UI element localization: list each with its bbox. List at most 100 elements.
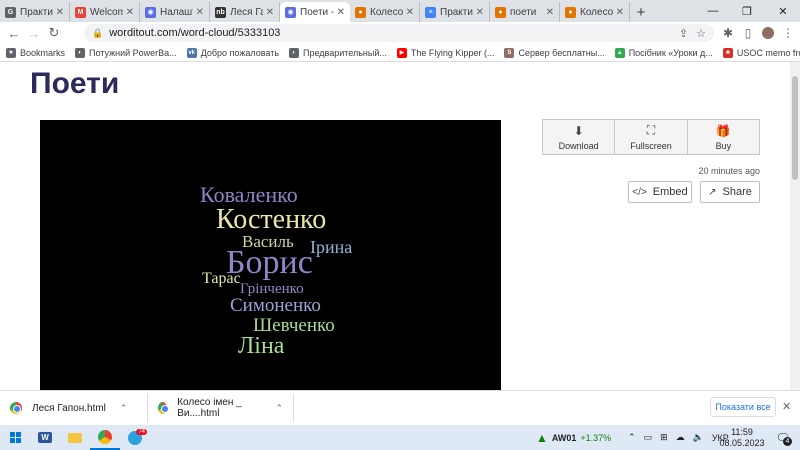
bookmark-item[interactable]: ■USOC memo from... [722, 47, 800, 58]
browser-tab[interactable]: ● Колесо ✕ [560, 2, 630, 22]
clock[interactable]: 11:59 08.05.2023 [719, 425, 765, 450]
tab-favicon-icon: ● [565, 6, 576, 18]
chart-icon: ▲ [536, 430, 548, 445]
maximize-button[interactable]: ❐ [730, 0, 764, 22]
stock-name[interactable]: AW01 [552, 433, 577, 443]
browser-tab[interactable]: M Welcome✕ [70, 2, 140, 22]
word-icon[interactable]: W [30, 425, 60, 450]
doc-icon: ■ [722, 47, 733, 58]
tab-title: Практич [440, 6, 473, 18]
telegram-icon[interactable]: 74 [120, 425, 150, 450]
tab-title: Леся Гап [230, 6, 263, 18]
code-icon: </> [632, 186, 647, 198]
close-tab-icon[interactable]: ✕ [126, 7, 134, 18]
download-button[interactable]: ⬇ Download [543, 120, 616, 154]
show-all-downloads-button[interactable]: Показати все [710, 397, 776, 417]
cloud-icon[interactable]: ☁ [676, 432, 685, 443]
browser-tab[interactable]: nb Леся Гап✕ [210, 2, 280, 22]
profile-avatar[interactable] [758, 23, 778, 43]
bookmark-star-icon[interactable]: ☆ [696, 27, 706, 40]
cloud-word: Ліна [238, 333, 285, 359]
download-filename: Леся Гапон.html [32, 402, 106, 414]
close-tab-icon[interactable]: ✕ [546, 7, 554, 18]
tab-title: Колесо [370, 6, 403, 18]
close-tab-icon[interactable]: ✕ [196, 7, 204, 18]
network-icon[interactable]: ⊞ [660, 432, 668, 443]
lock-icon[interactable]: 🔒 [92, 28, 103, 39]
youtube-icon: ▶ [396, 47, 407, 58]
notifications-icon[interactable]: 🗨 4 [772, 425, 794, 450]
bookmark-item[interactable]: ★ Bookmarks [6, 47, 65, 58]
close-shelf-icon[interactable]: ✕ [782, 400, 791, 413]
battery-icon[interactable]: ▭ [644, 432, 653, 443]
menu-icon[interactable]: ⋮ [778, 23, 798, 43]
browser-tab[interactable]: ● поети ✕ [490, 2, 560, 22]
browser-tab[interactable]: ≡ Практич✕ [420, 2, 490, 22]
gift-icon: 🎁 [715, 123, 731, 138]
close-tab-icon[interactable]: ✕ [616, 7, 624, 18]
bookmark-label: Посібник «Уроки д... [628, 47, 713, 58]
cloud-word: Симоненко [230, 295, 321, 316]
browser-tab[interactable]: ● Колесо ✕ [350, 2, 420, 22]
tab-favicon-icon: ● [355, 6, 366, 18]
cloud-word: Коваленко [200, 182, 298, 207]
scrollbar-thumb[interactable] [792, 76, 798, 180]
windows-start-icon[interactable] [0, 425, 30, 450]
bookmark-item[interactable]: S Сервер бесплатны... [504, 47, 605, 58]
address-bar[interactable]: 🔒 worditout.com/word-cloud/5333103 ⇪ ☆ [84, 24, 714, 42]
tab-strip: GПрактич✕MWelcome✕◉Налашту✕nbЛеся Гап✕◉П… [0, 0, 800, 22]
action-label: Fullscreen [630, 141, 672, 151]
share-button[interactable]: ↗ Share [700, 181, 760, 203]
download-icon: ⬇ [573, 123, 584, 138]
download-filename: Колесо імен _ Ви....html [177, 397, 242, 419]
download-item[interactable]: Колесо імен _ Ви....html ⌃ [148, 394, 294, 422]
forward-icon[interactable]: → [24, 23, 44, 43]
bookmark-item[interactable]: ◐ Потужний PowerBa... [75, 47, 177, 58]
close-window-button[interactable]: ✕ [766, 0, 800, 22]
tab-favicon-icon: ● [495, 6, 506, 18]
chevron-up-icon[interactable]: ⌃ [120, 403, 128, 414]
tray-icons: ⌃ ▭ ⊞ ☁ 🔈 УКР [628, 425, 729, 450]
reload-icon[interactable]: ↻ [44, 23, 64, 43]
bookmarks-bar: ★ Bookmarks ◐ Потужний PowerBa... vk Добро по… [0, 44, 800, 62]
notification-count: 4 [783, 437, 792, 446]
buy-button[interactable]: 🎁 Buy [688, 120, 759, 154]
chevron-up-icon[interactable]: ⌃ [275, 403, 283, 414]
chrome-taskbar-icon[interactable] [90, 425, 120, 450]
close-tab-icon[interactable]: ✕ [56, 7, 64, 18]
avatar [761, 26, 775, 40]
file-explorer-icon[interactable] [60, 425, 90, 450]
new-tab-button[interactable]: + [630, 2, 652, 22]
tab-favicon-icon: nb [215, 6, 226, 18]
tab-title: Колесо [580, 6, 613, 18]
browser-tab[interactable]: ◉ Поети - ✕ [280, 2, 350, 22]
fullscreen-button[interactable]: ⛶ Fullscreen [615, 120, 688, 154]
back-icon[interactable]: ← [4, 23, 24, 43]
minimize-button[interactable]: — [696, 0, 730, 22]
bookmark-item[interactable]: ▶ The Flying Kipper (... [396, 47, 494, 58]
download-item[interactable]: Леся Гапон.html ⌃ [0, 394, 148, 422]
bookmark-item[interactable]: ▲ Посібник «Уроки д... [614, 47, 713, 58]
extensions-icon[interactable]: ✱ [718, 23, 738, 43]
bookmark-item[interactable]: vk Добро пожаловать [186, 47, 279, 58]
word-cloud: Коваленко Костенко Василь Ірина Борис Тарас Гр… [40, 120, 501, 390]
share-page-icon[interactable]: ⇪ [679, 27, 688, 40]
browser-tab[interactable]: ◉ Налашту✕ [140, 2, 210, 22]
clock-date: 08.05.2023 [719, 437, 765, 448]
bookmark-item[interactable]: ◐ Предварительный... [289, 47, 387, 58]
embed-label: Embed [652, 186, 688, 198]
volume-icon[interactable]: 🔈 [693, 432, 704, 443]
close-tab-icon[interactable]: ✕ [406, 7, 414, 18]
chrome-icon [158, 402, 170, 414]
browser-tab[interactable]: G Практич✕ [0, 2, 70, 22]
url-text[interactable]: worditout.com/word-cloud/5333103 [109, 27, 671, 39]
tab-title: Практич [20, 6, 53, 18]
close-tab-icon[interactable]: ✕ [337, 7, 345, 18]
embed-button[interactable]: </> Embed [628, 181, 692, 203]
close-tab-icon[interactable]: ✕ [266, 7, 274, 18]
toolbar-right: ✱ ▯ ⋮ [718, 22, 798, 44]
close-tab-icon[interactable]: ✕ [476, 7, 484, 18]
chevron-up-icon[interactable]: ⌃ [628, 432, 636, 443]
cloud-word: Костенко [216, 204, 327, 235]
side-panel-icon[interactable]: ▯ [738, 23, 758, 43]
